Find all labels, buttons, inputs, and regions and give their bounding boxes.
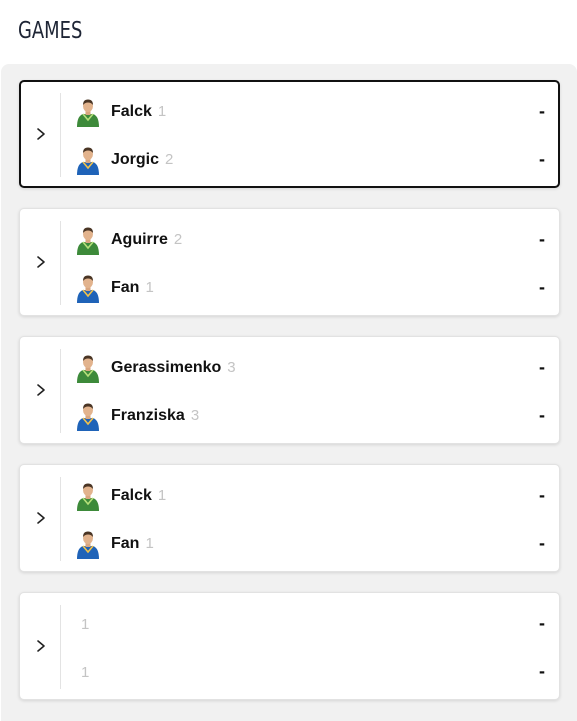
player-avatar-icon [75, 97, 101, 127]
player-avatar-icon [75, 353, 101, 383]
game-card[interactable]: Gerassimenko 3 - Franziska 3 - [19, 336, 560, 444]
card-divider [60, 93, 61, 177]
player-row: 1- [75, 657, 545, 687]
player-row: 1- [75, 609, 545, 639]
player-score: - [539, 149, 545, 169]
chevron-right-icon[interactable] [34, 509, 48, 527]
player-name: Gerassimenko 3 [111, 359, 236, 377]
game-card[interactable]: Falck 1 - Jorgic 2 - [19, 80, 560, 188]
player-avatar-icon [75, 273, 101, 303]
player-name: Franziska 3 [111, 407, 199, 425]
player-score: - [539, 405, 545, 425]
player-seed: 1 [145, 535, 154, 552]
player-name: Jorgic 2 [111, 151, 173, 169]
games-panel: Falck 1- Jorgic 2- Aguirre 2- Fan 1- Gerassime… [1, 64, 577, 721]
player-name-text: Fan [111, 279, 140, 296]
player-row: Fan 1 - [75, 529, 545, 559]
card-divider [60, 605, 61, 689]
player-score: - [539, 229, 545, 249]
player-score: - [539, 485, 545, 505]
player-avatar-icon [75, 529, 101, 559]
player-row: Gerassimenko 3 - [75, 353, 545, 383]
player-row: Franziska 3 - [75, 401, 545, 431]
player-score: - [539, 613, 545, 633]
player-seed: 3 [190, 407, 200, 424]
player-seed: 1 [81, 616, 90, 633]
player-seed: 2 [173, 231, 183, 248]
card-divider [60, 477, 61, 561]
player-seed: 1 [145, 279, 154, 296]
player-name-text: Falck [111, 487, 152, 504]
card-divider [60, 221, 61, 305]
player-avatar-icon [75, 401, 101, 431]
player-row: Falck 1 - [75, 481, 545, 511]
player-name-text: Franziska [111, 407, 185, 424]
player-score: - [539, 101, 545, 121]
player-name: Falck 1 [111, 487, 166, 505]
player-seed: 2 [165, 151, 174, 168]
player-row: Fan 1 - [75, 273, 545, 303]
player-name-text: Falck [111, 103, 152, 120]
player-name: Aguirre 2 [111, 231, 182, 249]
player-seed: 3 [227, 359, 236, 376]
player-row: Jorgic 2 - [75, 145, 545, 175]
player-name: Fan 1 [111, 535, 154, 553]
player-row: Aguirre 2 - [75, 225, 545, 255]
game-card[interactable]: Aguirre 2 - Fan 1 - [19, 208, 560, 316]
player-name-text: Aguirre [111, 231, 168, 248]
card-divider [60, 349, 61, 433]
game-card[interactable]: 1-1- [19, 592, 560, 700]
player-score: - [539, 277, 545, 297]
player-avatar-icon [75, 481, 101, 511]
player-seed: 1 [157, 487, 167, 504]
player-avatar-icon [75, 145, 101, 175]
player-row: Falck 1 - [75, 97, 545, 127]
player-score: - [539, 661, 545, 681]
player-name-text: Fan [111, 535, 140, 552]
chevron-right-icon[interactable] [34, 253, 48, 271]
player-score: - [539, 533, 545, 553]
player-score: - [539, 357, 545, 377]
player-name: Fan 1 [111, 279, 154, 297]
player-seed: 1 [157, 103, 167, 120]
chevron-right-icon[interactable] [34, 381, 48, 399]
page-title: GAMES [18, 18, 83, 44]
chevron-right-icon[interactable] [34, 637, 48, 655]
player-name: Falck 1 [111, 103, 166, 121]
player-seed: 1 [81, 664, 90, 681]
chevron-right-icon[interactable] [34, 125, 48, 143]
player-name-text: Jorgic [111, 151, 160, 168]
player-name-text: Gerassimenko [111, 359, 222, 376]
game-card[interactable]: Falck 1 - Fan 1 - [19, 464, 560, 572]
player-avatar-icon [75, 225, 101, 255]
